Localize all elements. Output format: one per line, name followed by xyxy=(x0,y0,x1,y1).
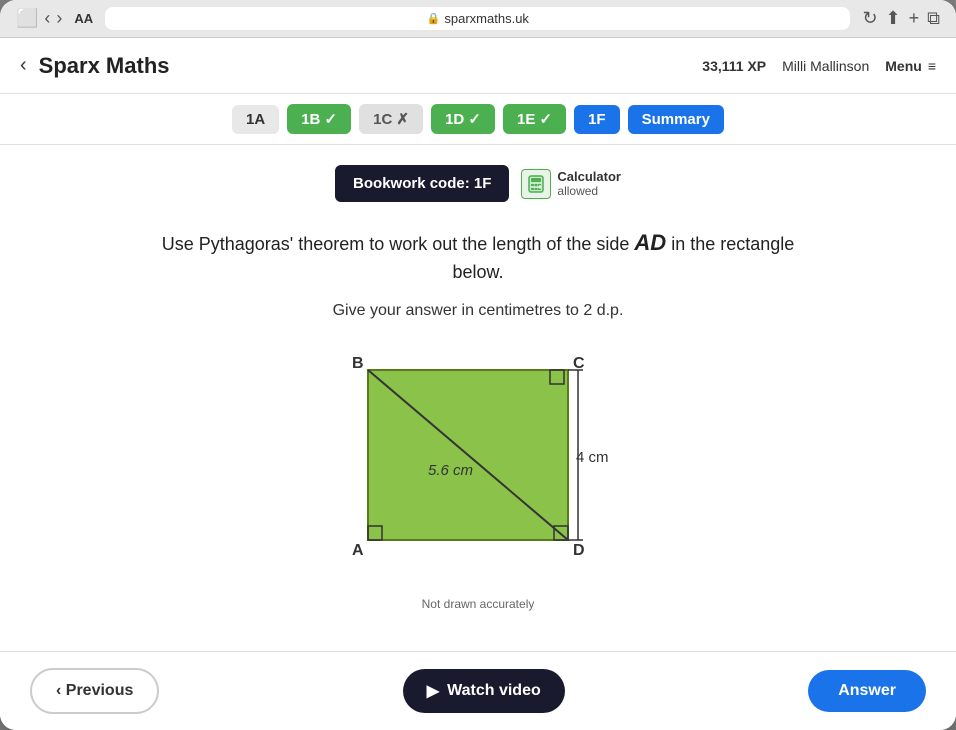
calculator-info: Calculator allowed xyxy=(521,169,621,199)
username: Milli Mallinson xyxy=(782,58,869,74)
header-right: 33,111 XP Milli Mallinson Menu ≡ xyxy=(702,58,936,74)
svg-text:4 cm: 4 cm xyxy=(576,449,609,466)
calculator-icon xyxy=(521,169,551,199)
tabs-bar: 1A 1B ✓ 1C ✗ 1D ✓ 1E ✓ 1F Summary xyxy=(0,94,956,145)
svg-text:5.6 cm: 5.6 cm xyxy=(428,462,473,479)
video-icon: ▶ xyxy=(427,681,439,701)
app-header: ‹ Sparx Maths 33,111 XP Milli Mallinson … xyxy=(0,38,956,94)
answer-button[interactable]: Answer xyxy=(808,670,926,712)
menu-button[interactable]: Menu ≡ xyxy=(885,58,936,74)
aa-label: AA xyxy=(74,11,93,26)
app-back-button[interactable]: ‹ xyxy=(20,54,27,77)
browser-actions: ↻ ⬆ + ⧉ xyxy=(862,8,940,29)
bookwork-row: Bookwork code: 1F xyxy=(335,165,621,202)
bookwork-badge: Bookwork code: 1F xyxy=(335,165,509,202)
tab-summary[interactable]: Summary xyxy=(628,105,724,134)
app-title: Sparx Maths xyxy=(39,53,170,79)
back-icon[interactable]: ⬜ xyxy=(16,8,38,29)
browser-nav: ⬜ ‹ › xyxy=(16,8,62,29)
sub-question-text: Give your answer in centimetres to 2 d.p… xyxy=(333,302,624,320)
diagram-container: B C A D 5.6 cm 4 cm xyxy=(338,350,618,585)
app: ‹ Sparx Maths 33,111 XP Milli Mallinson … xyxy=(0,38,956,730)
tab-1A[interactable]: 1A xyxy=(232,105,279,134)
url-bar[interactable]: 🔒 sparxmaths.uk xyxy=(105,7,850,30)
refresh-icon[interactable]: ↻ xyxy=(862,8,877,29)
tab-1D[interactable]: 1D ✓ xyxy=(431,104,495,134)
watch-video-button[interactable]: ▶ Watch video xyxy=(403,669,565,713)
tabs-icon[interactable]: ⧉ xyxy=(927,8,940,29)
rectangle-diagram: B C A D 5.6 cm 4 cm xyxy=(338,350,618,580)
main-content: Bookwork code: 1F xyxy=(0,145,956,651)
url-text: sparxmaths.uk xyxy=(444,11,529,26)
share-icon[interactable]: ⬆ xyxy=(886,8,901,29)
previous-button[interactable]: ‹ Previous xyxy=(30,668,159,714)
browser-bar: ⬜ ‹ › AA 🔒 sparxmaths.uk ↻ ⬆ + ⧉ xyxy=(0,0,956,38)
tab-1C[interactable]: 1C ✗ xyxy=(359,104,423,134)
nav-back[interactable]: ‹ xyxy=(44,8,50,29)
lock-icon: 🔒 xyxy=(427,12,441,25)
svg-text:A: A xyxy=(352,542,364,559)
add-tab-icon[interactable]: + xyxy=(909,8,920,29)
nav-forward[interactable]: › xyxy=(56,8,62,29)
not-drawn-label: Not drawn accurately xyxy=(422,597,535,611)
svg-text:B: B xyxy=(352,355,364,372)
header-left: ‹ Sparx Maths xyxy=(20,53,170,79)
tab-1F[interactable]: 1F xyxy=(574,105,620,134)
xp-badge: 33,111 XP xyxy=(702,58,766,74)
bottom-bar: ‹ Previous ▶ Watch video Answer xyxy=(0,651,956,730)
question-text: Use Pythagoras' theorem to work out the … xyxy=(162,226,795,286)
calculator-text: Calculator allowed xyxy=(557,169,621,198)
tab-1B[interactable]: 1B ✓ xyxy=(287,104,351,134)
tab-1E[interactable]: 1E ✓ xyxy=(503,104,566,134)
svg-text:D: D xyxy=(573,542,585,559)
